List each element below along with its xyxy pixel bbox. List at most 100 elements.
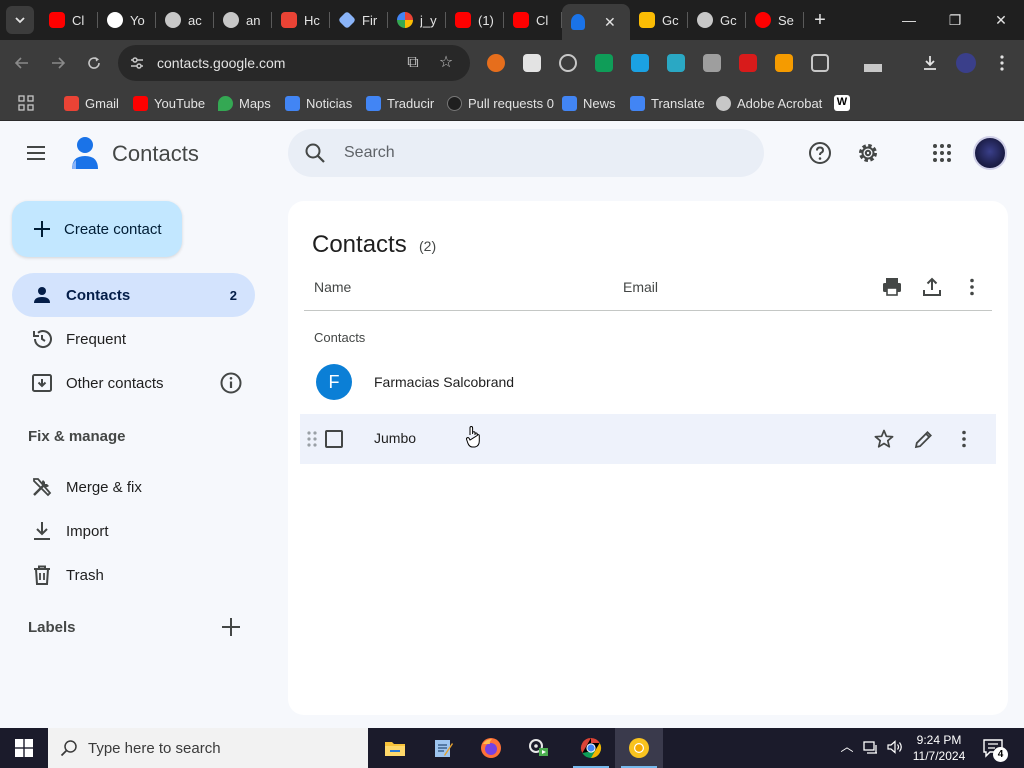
apps-grid-icon[interactable] <box>18 95 34 111</box>
browser-tab[interactable]: an <box>214 0 272 40</box>
bookmark-star-icon[interactable]: ☆ <box>437 54 455 72</box>
bookmark-news[interactable]: News <box>562 86 616 120</box>
column-header-email[interactable]: Email <box>623 279 658 295</box>
browser-tab[interactable]: Gc <box>688 0 746 40</box>
help-icon[interactable] <box>808 141 832 165</box>
download-icon[interactable] <box>921 54 939 72</box>
cast-icon[interactable]: ⧉ <box>404 54 422 72</box>
taskbar-app-chrome[interactable] <box>567 728 615 768</box>
nav-item-merge-fix[interactable]: Merge & fix <box>12 465 255 509</box>
drag-handle-icon[interactable] <box>306 430 318 448</box>
tab-label: Gc <box>662 12 679 28</box>
extension-icon[interactable] <box>703 54 721 72</box>
tab-search-button[interactable] <box>6 6 34 34</box>
bookmark-youtube[interactable]: YouTube <box>133 86 205 120</box>
more-vert-icon[interactable] <box>993 54 1011 72</box>
keep-icon <box>639 12 655 28</box>
search-input[interactable] <box>344 139 744 167</box>
taskbar-app-firefox[interactable] <box>467 728 515 768</box>
bookmark-pull-requests[interactable]: Pull requests 0 <box>447 86 554 120</box>
google-apps-icon[interactable] <box>930 141 954 165</box>
search-bar[interactable] <box>288 129 764 177</box>
volume-icon[interactable] <box>886 738 904 756</box>
browser-tab[interactable]: Hc <box>272 0 330 40</box>
profile-avatar-icon[interactable] <box>956 53 976 73</box>
extension-icon[interactable] <box>559 54 577 72</box>
create-contact-button[interactable]: Create contact <box>12 201 182 257</box>
add-label-icon[interactable] <box>219 615 243 639</box>
extension-icon[interactable] <box>595 54 613 72</box>
taskbar-app-notepad[interactable] <box>419 728 467 768</box>
extension-icon[interactable] <box>667 54 685 72</box>
browser-tab-active[interactable]: ✕ <box>562 4 630 40</box>
edit-pencil-icon[interactable] <box>913 428 935 450</box>
back-button[interactable] <box>8 49 36 77</box>
browser-tab[interactable]: Gc <box>630 0 688 40</box>
close-window-button[interactable]: ✕ <box>978 0 1024 40</box>
browser-tab[interactable]: ac <box>156 0 214 40</box>
maximize-button[interactable]: ❐ <box>932 0 978 40</box>
browser-tab[interactable]: Se <box>746 0 804 40</box>
labs-flask-icon[interactable] <box>864 54 882 72</box>
browser-tab[interactable]: Cl <box>504 0 562 40</box>
forward-button[interactable] <box>44 49 72 77</box>
extension-icon[interactable] <box>523 54 541 72</box>
bookmark-maps[interactable]: Maps <box>218 86 271 120</box>
new-tab-button[interactable]: + <box>804 0 836 40</box>
acrobat-extension-icon[interactable] <box>739 54 757 72</box>
settings-gear-icon[interactable] <box>856 141 880 165</box>
account-avatar[interactable] <box>973 136 1007 170</box>
taskbar-app-chrome-canary[interactable] <box>615 728 663 768</box>
tools-icon <box>33 478 52 497</box>
nav-item-frequent[interactable]: Frequent <box>12 317 255 361</box>
reload-button[interactable] <box>80 49 108 77</box>
column-header-name[interactable]: Name <box>314 279 351 295</box>
contact-avatar[interactable]: F <box>316 364 352 400</box>
nav-item-import[interactable]: Import <box>12 509 255 553</box>
taskbar-app-file-explorer[interactable] <box>371 728 419 768</box>
github-icon <box>447 95 462 111</box>
nav-item-other-contacts[interactable]: Other contacts <box>12 361 255 405</box>
search-icon[interactable] <box>304 142 326 164</box>
bookmark-translate[interactable]: Translate <box>630 86 705 120</box>
contact-row[interactable]: F Farmacias Salcobrand <box>300 358 996 408</box>
contact-row[interactable]: Jumbo <box>300 414 996 464</box>
star-icon[interactable] <box>873 428 895 450</box>
address-bar[interactable]: contacts.google.com ⧉ ☆ <box>118 45 470 81</box>
info-icon[interactable] <box>219 371 243 395</box>
taskbar-app-video-editor[interactable] <box>515 728 563 768</box>
browser-tab[interactable]: j_y <box>388 0 446 40</box>
start-button[interactable] <box>0 728 48 768</box>
show-hidden-icons-chevron-icon[interactable]: ︿ <box>838 738 856 756</box>
more-vert-icon[interactable] <box>961 276 983 298</box>
bookmark-noticias[interactable]: Noticias <box>285 86 352 120</box>
network-icon[interactable] <box>862 738 880 756</box>
translate-icon <box>366 95 381 111</box>
close-tab-icon[interactable]: ✕ <box>604 14 616 31</box>
bookmark-traducir[interactable]: Traducir <box>366 86 434 120</box>
site-info-icon[interactable] <box>128 54 146 72</box>
nav-item-trash[interactable]: Trash <box>12 553 255 597</box>
more-vert-icon[interactable] <box>953 428 975 450</box>
contacts-list-panel: Contacts (2) Name Email Contacts F Farma… <box>288 201 1008 715</box>
url-text[interactable]: contacts.google.com <box>157 55 285 71</box>
taskbar-clock[interactable]: 9:24 PM 11/7/2024 <box>906 732 972 764</box>
select-checkbox[interactable] <box>325 430 343 448</box>
bookmark-wikipedia[interactable]: W <box>834 86 856 120</box>
print-icon[interactable] <box>881 276 903 298</box>
main-menu-icon[interactable] <box>24 141 48 165</box>
taskbar-search-box[interactable]: Type here to search <box>48 728 368 768</box>
export-upload-icon[interactable] <box>921 276 943 298</box>
browser-tab[interactable]: (1) <box>446 0 504 40</box>
browser-tab[interactable]: Fir <box>330 0 388 40</box>
extension-icon[interactable] <box>631 54 649 72</box>
nav-item-contacts[interactable]: Contacts 2 <box>12 273 255 317</box>
extension-icon[interactable] <box>775 54 793 72</box>
browser-tab[interactable]: Cl <box>40 0 98 40</box>
puzzle-icon[interactable] <box>811 54 829 72</box>
extension-icon[interactable] <box>487 54 505 72</box>
bookmark-gmail[interactable]: Gmail <box>64 86 119 120</box>
browser-tab[interactable]: Yo <box>98 0 156 40</box>
bookmark-adobe-acrobat[interactable]: Adobe Acrobat <box>716 86 822 120</box>
minimize-button[interactable]: — <box>886 0 932 40</box>
